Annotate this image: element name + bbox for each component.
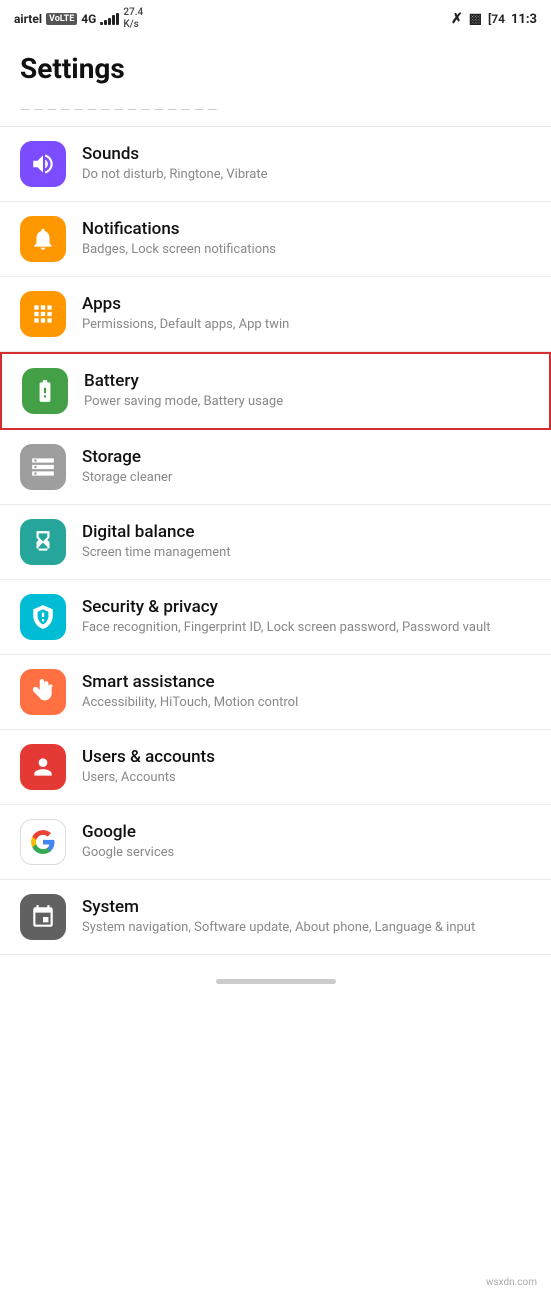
bar5 bbox=[116, 13, 119, 25]
settings-item-digital-balance[interactable]: Digital balance Screen time management bbox=[0, 505, 551, 580]
system-icon bbox=[30, 904, 56, 930]
security-icon-bg bbox=[20, 594, 66, 640]
notifications-subtitle: Badges, Lock screen notifications bbox=[82, 241, 531, 259]
bluetooth-icon: ✗ bbox=[451, 11, 463, 27]
settings-list: Sounds Do not disturb, Ringtone, Vibrate… bbox=[0, 127, 551, 955]
system-title: System bbox=[82, 897, 531, 917]
settings-item-smart-assistance[interactable]: Smart assistance Accessibility, HiTouch,… bbox=[0, 655, 551, 730]
smart-assistance-icon-bg bbox=[20, 669, 66, 715]
users-accounts-text: Users & accounts Users, Accounts bbox=[82, 747, 531, 787]
smart-assistance-title: Smart assistance bbox=[82, 672, 531, 692]
apps-subtitle: Permissions, Default apps, App twin bbox=[82, 316, 531, 334]
vibration-icon: ▩ bbox=[469, 11, 482, 27]
battery-title: Battery bbox=[84, 371, 529, 391]
apps-icon-bg bbox=[20, 291, 66, 337]
google-title: Google bbox=[82, 822, 531, 842]
apps-title: Apps bbox=[82, 294, 531, 314]
battery-icon-bg bbox=[22, 368, 68, 414]
data-speed: 27.4 K/s bbox=[123, 7, 143, 31]
storage-text: Storage Storage cleaner bbox=[82, 447, 531, 487]
bar2 bbox=[104, 20, 107, 25]
storage-subtitle: Storage cleaner bbox=[82, 469, 531, 487]
page-title: Settings bbox=[20, 52, 531, 85]
page-title-area: Settings bbox=[0, 36, 551, 95]
signal-bars-icon bbox=[100, 13, 119, 25]
users-accounts-title: Users & accounts bbox=[82, 747, 531, 767]
battery-percent: [74 bbox=[488, 12, 505, 26]
google-icon-bg bbox=[20, 819, 66, 865]
settings-item-sounds[interactable]: Sounds Do not disturb, Ringtone, Vibrate bbox=[0, 127, 551, 202]
watermark: wsxdn.com bbox=[482, 1275, 541, 1290]
sounds-title: Sounds bbox=[82, 144, 531, 164]
settings-item-apps[interactable]: Apps Permissions, Default apps, App twin bbox=[0, 277, 551, 352]
hand-icon bbox=[30, 679, 56, 705]
partial-top-item: — — — — — — — — — — — — — — — bbox=[0, 95, 551, 127]
clock: 11:3 bbox=[511, 12, 537, 27]
apps-icon bbox=[30, 301, 56, 327]
storage-icon-bg bbox=[20, 444, 66, 490]
carrier-name: airtel bbox=[14, 12, 42, 26]
signal-type: 4G bbox=[81, 12, 96, 26]
status-left: airtel VoLTE 4G 27.4 K/s bbox=[14, 7, 143, 31]
notifications-title: Notifications bbox=[82, 219, 531, 239]
home-bar bbox=[216, 979, 336, 984]
storage-icon bbox=[30, 454, 56, 480]
digital-balance-subtitle: Screen time management bbox=[82, 544, 531, 562]
security-title: Security & privacy bbox=[82, 597, 531, 617]
sounds-icon-bg bbox=[20, 141, 66, 187]
smart-assistance-text: Smart assistance Accessibility, HiTouch,… bbox=[82, 672, 531, 712]
storage-title: Storage bbox=[82, 447, 531, 467]
apps-text: Apps Permissions, Default apps, App twin bbox=[82, 294, 531, 334]
sounds-subtitle: Do not disturb, Ringtone, Vibrate bbox=[82, 166, 531, 184]
notifications-text: Notifications Badges, Lock screen notifi… bbox=[82, 219, 531, 259]
users-icon-bg bbox=[20, 744, 66, 790]
battery-subtitle: Power saving mode, Battery usage bbox=[84, 393, 529, 411]
bar1 bbox=[100, 22, 103, 25]
users-icon bbox=[30, 754, 56, 780]
google-text: Google Google services bbox=[82, 822, 531, 862]
notifications-icon-bg bbox=[20, 216, 66, 262]
volume-icon bbox=[30, 151, 56, 177]
system-subtitle: System navigation, Software update, Abou… bbox=[82, 919, 531, 937]
battery-settings-icon bbox=[32, 378, 58, 404]
settings-item-users-accounts[interactable]: Users & accounts Users, Accounts bbox=[0, 730, 551, 805]
digital-balance-title: Digital balance bbox=[82, 522, 531, 542]
google-subtitle: Google services bbox=[82, 844, 531, 862]
settings-item-google[interactable]: Google Google services bbox=[0, 805, 551, 880]
settings-item-notifications[interactable]: Notifications Badges, Lock screen notifi… bbox=[0, 202, 551, 277]
battery-text: Battery Power saving mode, Battery usage bbox=[84, 371, 529, 411]
shield-icon bbox=[30, 604, 56, 630]
status-right: ✗ ▩ [74 11:3 bbox=[451, 11, 537, 27]
status-bar: airtel VoLTE 4G 27.4 K/s ✗ ▩ [74 11:3 bbox=[0, 0, 551, 36]
hourglass-icon bbox=[30, 529, 56, 555]
users-accounts-subtitle: Users, Accounts bbox=[82, 769, 531, 787]
settings-item-system[interactable]: System System navigation, Software updat… bbox=[0, 880, 551, 955]
smart-assistance-subtitle: Accessibility, HiTouch, Motion control bbox=[82, 694, 531, 712]
home-indicator bbox=[0, 963, 551, 1004]
security-subtitle: Face recognition, Fingerprint ID, Lock s… bbox=[82, 619, 531, 637]
settings-item-storage[interactable]: Storage Storage cleaner bbox=[0, 430, 551, 505]
settings-item-security[interactable]: Security & privacy Face recognition, Fin… bbox=[0, 580, 551, 655]
system-icon-bg bbox=[20, 894, 66, 940]
bell-icon bbox=[30, 226, 56, 252]
system-text: System System navigation, Software updat… bbox=[82, 897, 531, 937]
digital-balance-icon-bg bbox=[20, 519, 66, 565]
bar3 bbox=[108, 18, 111, 25]
volte-badge: VoLTE bbox=[46, 13, 77, 25]
bar4 bbox=[112, 15, 115, 25]
settings-item-battery[interactable]: Battery Power saving mode, Battery usage bbox=[0, 352, 551, 430]
google-icon bbox=[30, 829, 56, 855]
sounds-text: Sounds Do not disturb, Ringtone, Vibrate bbox=[82, 144, 531, 184]
battery-indicator: [74 bbox=[488, 12, 505, 26]
digital-balance-text: Digital balance Screen time management bbox=[82, 522, 531, 562]
security-text: Security & privacy Face recognition, Fin… bbox=[82, 597, 531, 637]
